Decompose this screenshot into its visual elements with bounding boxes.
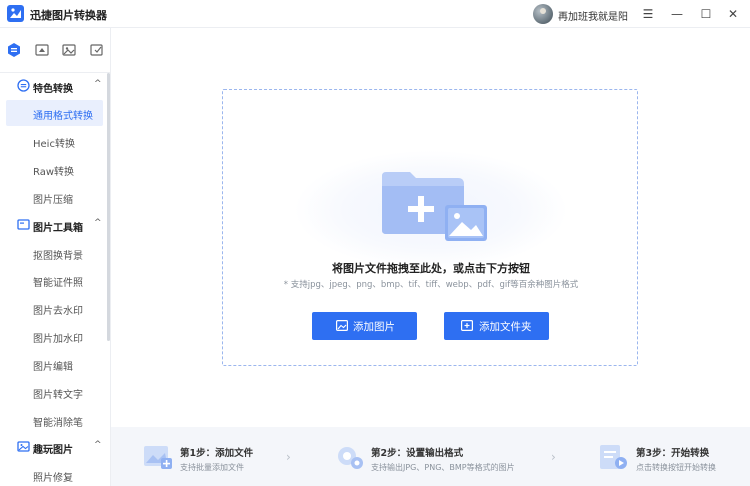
close-icon[interactable]: ✕	[724, 5, 742, 23]
add-folder-button[interactable]: 添加文件夹	[444, 312, 549, 340]
image-tab-icon[interactable]	[61, 42, 77, 58]
title-bar: 迅捷图片转换器 再加班我就是阳 ☰ — ☐ ✕	[0, 0, 750, 28]
image-viewer-tab-icon[interactable]	[34, 42, 50, 58]
toolbox-group-icon	[17, 218, 30, 231]
sidebar-item-compress[interactable]: 图片压缩	[6, 184, 103, 210]
sidebar-item-id-photo[interactable]: 智能证件照	[6, 267, 103, 293]
user-avatar[interactable]	[533, 4, 553, 24]
sidebar-item-remove-watermark[interactable]: 图片去水印	[6, 295, 103, 321]
convert-group-icon	[17, 79, 30, 92]
group-fun-images[interactable]: 趣玩图片 ^	[0, 435, 106, 459]
sidebar-item-photo-repair[interactable]: 照片修复	[6, 462, 103, 486]
sidebar-item-raw[interactable]: Raw转换	[6, 156, 103, 182]
app-title: 迅捷图片转换器	[30, 9, 107, 22]
sidebar: 特色转换 ^ 通用格式转换 Heic转换 Raw转换 图片压缩 图片工具箱 ^ …	[0, 28, 111, 486]
step-3-desc: 点击转换按钮开始转换	[636, 463, 716, 472]
step-1-desc: 支持批量添加文件	[180, 463, 244, 472]
drop-zone-title: 将图片文件拖拽至此处，或点击下方按钮	[332, 262, 530, 275]
sidebar-item-cutout[interactable]: 抠图换背景	[6, 240, 103, 266]
group-label: 特色转换	[33, 84, 73, 95]
chevron-right-icon: ›	[551, 450, 556, 464]
convert-tab-icon[interactable]	[6, 42, 22, 58]
step-2-desc: 支持输出JPG、PNG、BMP等格式的图片	[371, 463, 515, 472]
sidebar-item-edit[interactable]: 图片编辑	[6, 351, 103, 377]
chevron-up-icon[interactable]: ^	[94, 79, 102, 89]
step-3-title: 第3步：开始转换	[636, 448, 710, 459]
image-icon	[336, 320, 348, 331]
chevron-up-icon[interactable]: ^	[94, 440, 102, 450]
chevron-right-icon: ›	[286, 450, 291, 464]
fun-group-icon	[17, 440, 30, 453]
sidebar-scrollbar[interactable]	[107, 73, 110, 341]
sidebar-item-general-convert[interactable]: 通用格式转换	[6, 100, 103, 126]
step-2-title: 第2步：设置输出格式	[371, 448, 464, 459]
settings-step-icon	[338, 447, 363, 469]
maximize-icon[interactable]: ☐	[697, 5, 715, 23]
group-label: 趣玩图片	[33, 445, 73, 456]
sidebar-item-ocr[interactable]: 图片转文字	[6, 379, 103, 405]
start-convert-step-icon	[600, 445, 627, 469]
chevron-up-icon[interactable]: ^	[94, 218, 102, 228]
supported-formats-hint: * 支持jpg、jpeg、png、bmp、tif、tiff、webp、pdf、g…	[283, 280, 579, 290]
sidebar-top-tabs	[0, 28, 111, 73]
minimize-icon[interactable]: —	[668, 5, 686, 23]
sidebar-item-eraser[interactable]: 智能消除笔	[6, 407, 103, 433]
menu-icon[interactable]: ☰	[639, 5, 657, 23]
edit-tab-icon[interactable]	[89, 42, 105, 58]
group-label: 图片工具箱	[33, 223, 83, 234]
app-logo-icon	[7, 5, 24, 22]
group-image-toolbox[interactable]: 图片工具箱 ^	[0, 213, 106, 237]
drop-zone[interactable]: 将图片文件拖拽至此处，或点击下方按钮 * 支持jpg、jpeg、png、bmp、…	[222, 89, 638, 366]
add-file-step-icon	[144, 446, 172, 469]
steps-bar: 第1步：添加文件 支持批量添加文件 › 第2步：设置输出格式 支持输出JPG、P…	[111, 402, 750, 486]
folder-add-icon	[461, 320, 473, 331]
add-folder-illustration-icon	[382, 172, 487, 241]
group-special-convert[interactable]: 特色转换 ^	[0, 74, 106, 98]
sidebar-item-add-watermark[interactable]: 图片加水印	[6, 323, 103, 349]
add-image-button[interactable]: 添加图片	[312, 312, 417, 340]
sidebar-item-heic[interactable]: Heic转换	[6, 128, 103, 154]
username[interactable]: 再加班我就是阳	[558, 8, 628, 23]
step-1-title: 第1步：添加文件	[180, 448, 254, 459]
